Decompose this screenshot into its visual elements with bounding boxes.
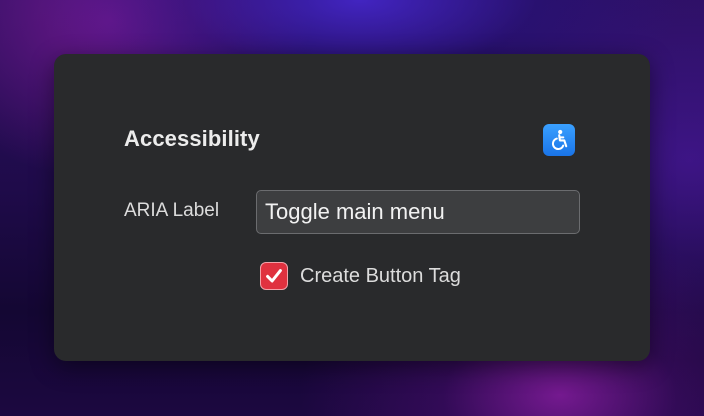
section-title: Accessibility	[124, 126, 260, 151]
aria-label-input[interactable]	[256, 190, 580, 234]
create-button-tag-option[interactable]: Create Button Tag	[260, 262, 461, 290]
create-button-tag-label: Create Button Tag	[300, 264, 461, 287]
settings-panel: Accessibility ARIA Label Create Button T…	[54, 54, 650, 361]
checkmark-icon	[266, 269, 282, 283]
aria-label-caption: ARIA Label	[124, 200, 220, 221]
accessibility-icon	[543, 124, 575, 156]
create-button-tag-checkbox[interactable]	[260, 262, 288, 290]
